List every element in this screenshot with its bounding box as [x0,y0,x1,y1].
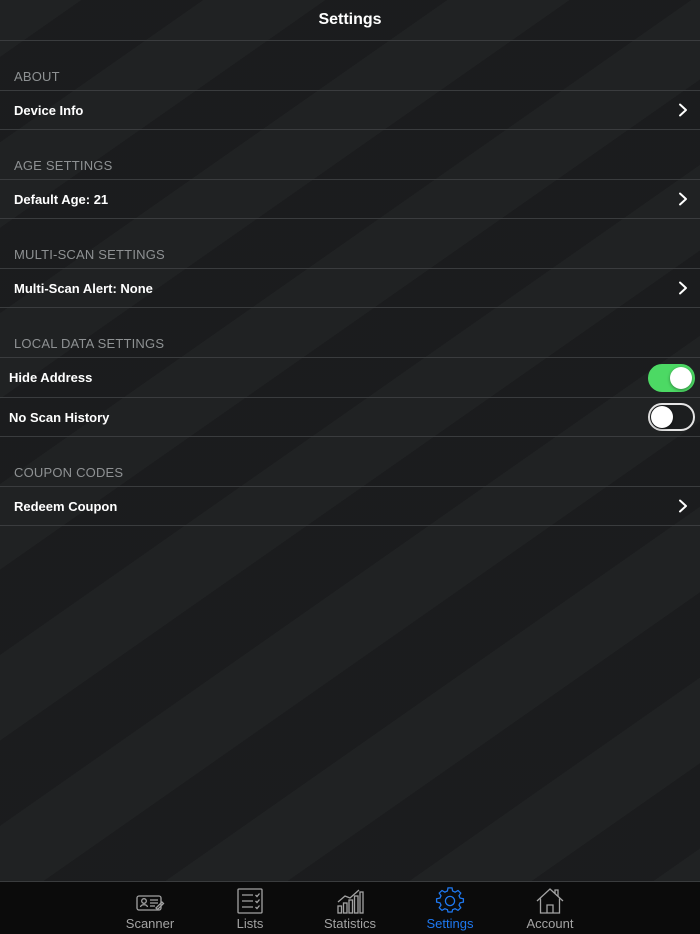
redeem-coupon-label: Redeem Coupon [14,498,118,514]
tab-statistics[interactable]: Statistics [300,882,400,934]
tab-bar: Scanner Lists Statistics Settings Accoun… [0,881,700,934]
navigation-bar: Settings [0,0,700,41]
hide-address-label: Hide Address [9,370,93,385]
hide-address-row: Hide Address [0,357,700,397]
chevron-right-icon [679,192,687,206]
section-header-local-data-settings: LOCAL DATA SETTINGS [14,336,165,351]
multi-scan-alert-row[interactable]: Multi-Scan Alert: None [0,268,700,308]
tab-account[interactable]: Account [500,882,600,934]
tab-scanner[interactable]: Scanner [100,882,200,934]
redeem-coupon-row[interactable]: Redeem Coupon [0,486,700,526]
device-info-row[interactable]: Device Info [0,90,700,130]
tab-settings-label: Settings [426,916,474,931]
settings-list: ABOUT Device Info AGE SETTINGS Default A… [0,41,700,526]
tab-lists[interactable]: Lists [200,882,300,934]
tab-scanner-label: Scanner [125,916,175,931]
hide-address-toggle[interactable] [648,363,695,392]
tab-account-label: Account [526,916,574,931]
section-header-age-settings: AGE SETTINGS [14,158,113,173]
default-age-row[interactable]: Default Age: 21 [0,179,700,219]
no-scan-history-label: No Scan History [9,409,110,425]
section-header-about: ABOUT [14,69,60,84]
tab-statistics-label: Statistics [323,916,376,931]
chevron-right-icon [679,281,687,295]
default-age-label: Default Age: 21 [14,191,109,207]
tab-lists-label: Lists [236,916,264,931]
no-scan-history-toggle[interactable] [648,403,695,431]
toggle-knob [670,366,692,389]
toggle-knob [651,406,673,428]
bar-chart-icon [337,889,364,914]
chevron-right-icon [679,499,687,513]
chevron-right-icon [679,103,687,117]
scanner-id-card-icon [136,895,165,911]
section-header-coupon-codes: COUPON CODES [14,465,124,480]
home-icon [536,888,564,914]
multi-scan-alert-label: Multi-Scan Alert: None [14,280,153,296]
list-icon [237,888,263,914]
no-scan-history-row: No Scan History [0,397,700,437]
tab-settings[interactable]: Settings [400,882,500,934]
page-title: Settings [318,11,382,28]
gear-icon [435,887,465,913]
section-header-multi-scan-settings: MULTI-SCAN SETTINGS [14,247,165,262]
device-info-label: Device Info [14,102,84,118]
